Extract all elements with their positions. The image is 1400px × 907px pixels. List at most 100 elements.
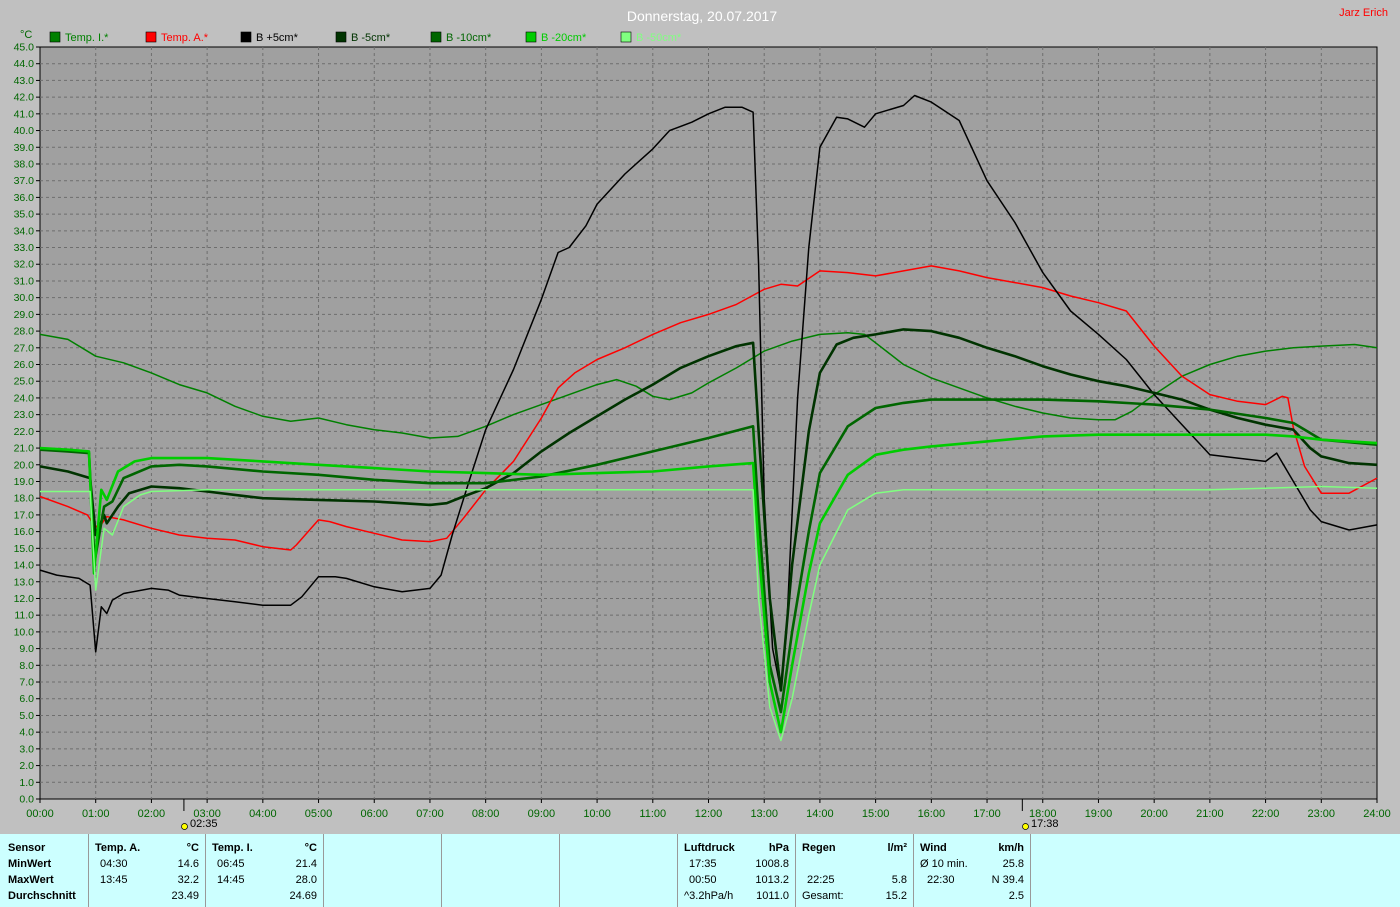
wind-column: Wind km/h Ø 10 min. 25.8 22:30 N 39.4 2.… <box>914 834 1031 907</box>
x-tick-label: 00:00 <box>26 808 54 820</box>
y-tick-label: 3.0 <box>19 743 34 755</box>
wind-max-time: 22:30 <box>927 874 955 886</box>
grid <box>39 46 1378 800</box>
temp-a-avg: 23.49 <box>171 890 199 902</box>
maxwert-label: MaxWert <box>8 874 54 886</box>
x-tick-label: 15:00 <box>862 808 890 820</box>
y-tick-label: 6.0 <box>19 693 34 705</box>
y-tick-label: 11.0 <box>14 610 34 622</box>
durchschnitt-label: Durchschnitt <box>8 890 76 902</box>
luftdruck-max-time: 00:50 <box>689 874 717 886</box>
regen-column: Regen l/m² 22:25 5.8 Gesamt: 15.2 <box>796 834 914 907</box>
temp-a-column: Temp. A. °C 04:30 14.6 13:45 32.2 23.49 <box>89 834 206 907</box>
y-tick-label: 23.0 <box>14 409 35 421</box>
regen-unit: l/m² <box>887 842 907 854</box>
x-tick-label: 12:00 <box>695 808 723 820</box>
temp-i-max-time: 14:45 <box>217 874 245 886</box>
sunset-icon <box>1021 818 1030 830</box>
legend-label: B -50cm* <box>636 32 682 44</box>
x-tick-label: 23:00 <box>1308 808 1336 820</box>
y-tick-label: 14.0 <box>14 560 35 572</box>
x-tick-label: 02:00 <box>138 808 166 820</box>
luftdruck-min-time: 17:35 <box>689 858 717 870</box>
legend-label: B -20cm* <box>541 32 587 44</box>
temp-i-column: Temp. I. °C 06:45 21.4 14:45 28.0 24.69 <box>206 834 324 907</box>
x-tick-label: 19:00 <box>1085 808 1113 820</box>
sunrise-icon <box>180 818 189 830</box>
y-tick-label: 38.0 <box>14 158 35 170</box>
luftdruck-max-value: 1013.2 <box>755 874 789 886</box>
x-tick-label: 16:00 <box>918 808 946 820</box>
y-tick-label: 5.0 <box>19 710 34 722</box>
temp-a-max-time: 13:45 <box>100 874 128 886</box>
y-tick-label: 26.0 <box>14 359 35 371</box>
x-tick-label: 21:00 <box>1196 808 1224 820</box>
luftdruck-column: Luftdruck hPa 17:35 1008.8 00:50 1013.2 … <box>678 834 796 907</box>
temp-a-min-time: 04:30 <box>100 858 128 870</box>
x-axis-ticks: 00:00 01:00 02:00 03:00 04:00 05:00 06:00 07:00… <box>26 799 1391 820</box>
regen-max-time: 22:25 <box>807 874 835 886</box>
y-tick-label: 9.0 <box>19 643 34 655</box>
empty-column-2 <box>442 834 560 907</box>
legend-label: B -10cm* <box>446 32 492 44</box>
regen-total-value: 15.2 <box>885 890 907 902</box>
luftdruck-unit: hPa <box>768 842 789 854</box>
y-tick-label: 17.0 <box>14 509 35 521</box>
temp-a-min-value: 14.6 <box>177 858 199 870</box>
temp-a-unit: °C <box>186 842 199 854</box>
chart-title: Donnerstag, 20.07.2017 <box>627 8 777 24</box>
luftdruck-min-value: 1008.8 <box>755 858 789 870</box>
y-tick-label: 21.0 <box>14 443 35 455</box>
y-tick-label: 19.0 <box>14 476 35 488</box>
empty-column-1 <box>324 834 442 907</box>
temp-a-header: Temp. A. <box>95 842 141 854</box>
author-label: Jarz Erich <box>1339 7 1388 19</box>
y-tick-label: 2.0 <box>19 760 34 772</box>
y-tick-label: 45.0 <box>14 42 35 54</box>
y-tick-label: 1.0 <box>19 777 34 789</box>
y-tick-label: 22.0 <box>14 426 35 438</box>
y-axis-ticks: 0.0 1.0 2.0 3.0 4.0 5.0 6.0 7.0 8.0 9.0 10.0 11.0 12… <box>14 42 40 806</box>
legend-swatch <box>620 31 632 43</box>
x-tick-label: 04:00 <box>249 808 277 820</box>
temp-i-min-time: 06:45 <box>217 858 245 870</box>
legend-swatch <box>525 31 537 43</box>
x-tick-label: 08:00 <box>472 808 500 820</box>
sensor-header: Sensor <box>8 842 46 854</box>
y-tick-label: 10.0 <box>14 626 35 638</box>
temp-a-max-value: 32.2 <box>177 874 199 886</box>
sunset-time: 17:38 <box>1031 818 1059 830</box>
x-tick-label: 09:00 <box>528 808 556 820</box>
y-tick-label: 42.0 <box>14 92 35 104</box>
y-tick-label: 7.0 <box>19 677 34 689</box>
y-tick-label: 20.0 <box>14 459 35 471</box>
temp-i-max-value: 28.0 <box>295 874 317 886</box>
y-tick-label: 33.0 <box>14 242 35 254</box>
y-tick-label: 41.0 <box>14 108 35 120</box>
sensor-column: Sensor MinWert MaxWert Durchschnitt <box>0 834 89 907</box>
wind-min-value: 25.8 <box>1002 858 1024 870</box>
sunrise-time: 02:35 <box>190 818 218 830</box>
legend-label: Temp. A.* <box>161 32 209 44</box>
y-tick-label: 24.0 <box>14 392 35 404</box>
y-tick-label: 34.0 <box>14 225 35 237</box>
wind-min-label: Ø 10 min. <box>920 858 968 870</box>
y-tick-label: 35.0 <box>14 209 35 221</box>
legend-swatch <box>240 31 252 43</box>
wind-unit: km/h <box>998 842 1024 854</box>
legend-swatch <box>335 31 347 43</box>
y-tick-label: 44.0 <box>14 58 35 70</box>
legend-swatch <box>430 31 442 43</box>
minwert-label: MinWert <box>8 858 52 870</box>
y-tick-label: 31.0 <box>14 275 35 287</box>
y-axis-unit: °C <box>20 29 32 41</box>
temp-i-header: Temp. I. <box>212 842 253 854</box>
x-tick-label: 11:00 <box>639 808 666 820</box>
y-tick-label: 4.0 <box>19 727 34 739</box>
temp-i-unit: °C <box>304 842 317 854</box>
x-tick-label: 13:00 <box>750 808 778 820</box>
legend-label: B +5cm* <box>256 32 299 44</box>
legend-swatch <box>145 31 157 43</box>
y-tick-label: 18.0 <box>14 493 35 505</box>
y-tick-label: 13.0 <box>14 576 35 588</box>
